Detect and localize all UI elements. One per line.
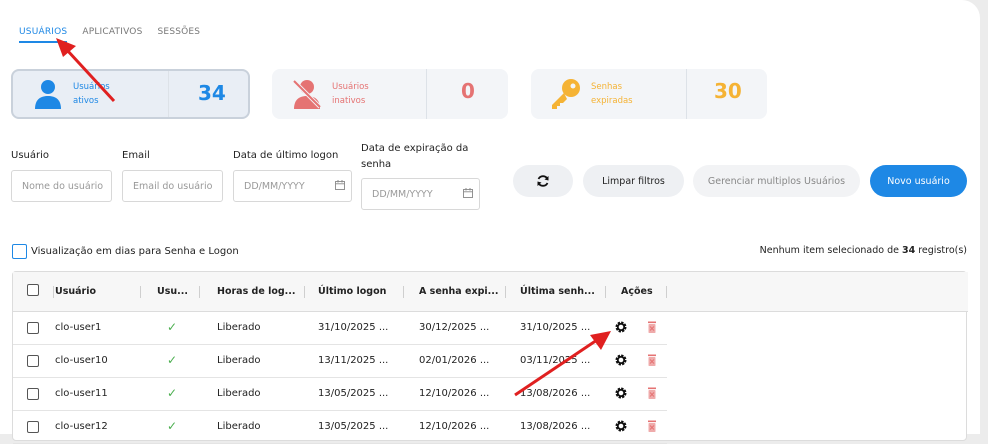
trash-icon[interactable]: [645, 386, 659, 400]
tab-bar: USUÁRIOS APLICATIVOS SESSÕES: [19, 27, 200, 43]
card-active-users-count: 34: [198, 81, 226, 105]
view-days-label: Visualização em dias para Senha e Logon: [31, 246, 239, 257]
header-logon-hours[interactable]: Horas de log...: [217, 286, 296, 297]
card-active-users-label: Usuários ativos: [73, 82, 110, 106]
cell-user: clo-user11: [55, 388, 108, 399]
filter-last-logon-input[interactable]: DD/MM/YYYY: [233, 170, 352, 202]
select-all-checkbox[interactable]: [27, 284, 39, 296]
trash-icon[interactable]: [645, 419, 659, 433]
users-table: Usuário Usu... Horas de log... Último lo…: [12, 271, 968, 444]
row-checkbox[interactable]: [27, 322, 39, 334]
cell-password-expires: 12/10/2026 ...: [419, 388, 490, 399]
column-separator: [140, 286, 141, 298]
cell-last-logon: 31/10/2025 ...: [318, 322, 389, 333]
selection-status: Nenhum item selecionado de 34 registro(s…: [759, 245, 967, 256]
filter-user-label: Usuário: [11, 150, 50, 161]
cell-user: clo-user12: [55, 421, 108, 432]
new-user-button[interactable]: Novo usuário: [870, 165, 967, 197]
clear-filters-button[interactable]: Limpar filtros: [583, 165, 684, 197]
cell-password-expires: 30/12/2025 ...: [419, 322, 490, 333]
header-status[interactable]: Usu...: [157, 286, 188, 297]
row-checkbox[interactable]: [27, 355, 39, 367]
cell-logon-hours: Liberado: [217, 355, 261, 366]
row-checkbox[interactable]: [27, 421, 39, 433]
cell-last-logon: 13/05/2025 ...: [318, 388, 389, 399]
cell-last-password-change: 13/08/2026 ...: [520, 421, 591, 432]
column-separator: [605, 286, 606, 298]
users-panel: USUÁRIOS APLICATIVOS SESSÕES Usuários ati…: [0, 0, 980, 444]
card-inactive-users-label: Usuários inativos: [332, 82, 369, 106]
filter-user-input[interactable]: Nome do usuário: [11, 170, 112, 202]
status-active-icon: ✓: [167, 386, 178, 400]
header-user[interactable]: Usuário: [55, 286, 96, 297]
tab-sessoes[interactable]: SESSÕES: [158, 27, 201, 43]
column-separator: [304, 286, 305, 298]
gear-icon[interactable]: [614, 320, 628, 334]
cell-last-password-change: 13/08/2026 ...: [520, 388, 591, 399]
card-divider: [426, 69, 427, 119]
gear-icon[interactable]: [614, 386, 628, 400]
gear-icon[interactable]: [614, 419, 628, 433]
status-active-icon: ✓: [167, 320, 178, 334]
card-divider: [168, 71, 169, 117]
filter-expiry-label: Data de expiração da senha: [361, 143, 469, 170]
cell-password-expires: 02/01/2026 ...: [419, 355, 490, 366]
cell-user: clo-user1: [55, 322, 102, 333]
column-separator: [666, 286, 667, 298]
card-expired-passwords-label: Senhas expiradas: [591, 82, 633, 106]
header-last-password-change[interactable]: Última senh...: [520, 286, 595, 297]
gear-icon[interactable]: [614, 353, 628, 367]
user-off-icon: [288, 75, 326, 113]
refresh-button[interactable]: [513, 165, 573, 197]
cell-logon-hours: Liberado: [217, 421, 261, 432]
cell-last-password-change: 31/10/2025 ...: [520, 322, 591, 333]
card-expired-passwords[interactable]: Senhas expiradas 30: [531, 69, 767, 119]
column-separator: [199, 286, 200, 298]
filter-expiry-input[interactable]: DD/MM/YYYY: [361, 178, 480, 210]
cell-last-logon: 13/05/2025 ...: [318, 421, 389, 432]
tab-usuarios[interactable]: USUÁRIOS: [19, 27, 68, 43]
header-password-expires[interactable]: A senha expi...: [419, 286, 498, 297]
column-separator: [53, 286, 54, 298]
calendar-icon[interactable]: [463, 188, 473, 198]
status-active-icon: ✓: [167, 353, 178, 367]
card-inactive-users-count: 0: [461, 79, 475, 103]
status-active-icon: ✓: [167, 419, 178, 433]
table-row[interactable]: clo-user11 ✓ Liberado 13/05/2025 ... 12/…: [13, 378, 667, 411]
trash-icon[interactable]: [645, 320, 659, 334]
card-active-users[interactable]: Usuários ativos 34: [11, 69, 250, 119]
filter-last-logon-label: Data de último logon: [233, 150, 339, 161]
header-last-logon[interactable]: Último logon: [318, 286, 386, 297]
user-icon: [29, 75, 67, 113]
cell-user: clo-user10: [55, 355, 108, 366]
row-checkbox[interactable]: [27, 388, 39, 400]
key-icon: [547, 75, 585, 113]
card-expired-passwords-count: 30: [714, 79, 742, 103]
card-divider: [686, 69, 687, 119]
cell-logon-hours: Liberado: [217, 388, 261, 399]
view-days-checkbox[interactable]: [12, 244, 27, 259]
table-row[interactable]: clo-user10 ✓ Liberado 13/11/2025 ... 02/…: [13, 345, 667, 378]
filter-email-label: Email: [122, 150, 150, 161]
cell-last-password-change: 03/11/2025 ...: [520, 355, 591, 366]
refresh-icon: [537, 175, 549, 187]
column-separator: [505, 286, 506, 298]
table-header: Usuário Usu... Horas de log... Último lo…: [13, 272, 968, 312]
cell-logon-hours: Liberado: [217, 322, 261, 333]
manage-multiple-users-button[interactable]: Gerenciar multiplos Usuários: [693, 165, 860, 197]
filter-email-input[interactable]: Email do usuário: [122, 170, 223, 202]
cell-password-expires: 12/10/2026 ...: [419, 421, 490, 432]
calendar-icon[interactable]: [335, 180, 345, 190]
header-actions: Ações: [621, 286, 653, 297]
column-separator: [403, 286, 404, 298]
table-row[interactable]: clo-user12 ✓ Liberado 13/05/2025 ... 12/…: [13, 411, 667, 444]
trash-icon[interactable]: [645, 353, 659, 367]
table-row[interactable]: clo-user1 ✓ Liberado 31/10/2025 ... 30/1…: [13, 312, 667, 345]
cell-last-logon: 13/11/2025 ...: [318, 355, 389, 366]
tab-aplicativos[interactable]: APLICATIVOS: [82, 27, 142, 43]
card-inactive-users[interactable]: Usuários inativos 0: [272, 69, 508, 119]
